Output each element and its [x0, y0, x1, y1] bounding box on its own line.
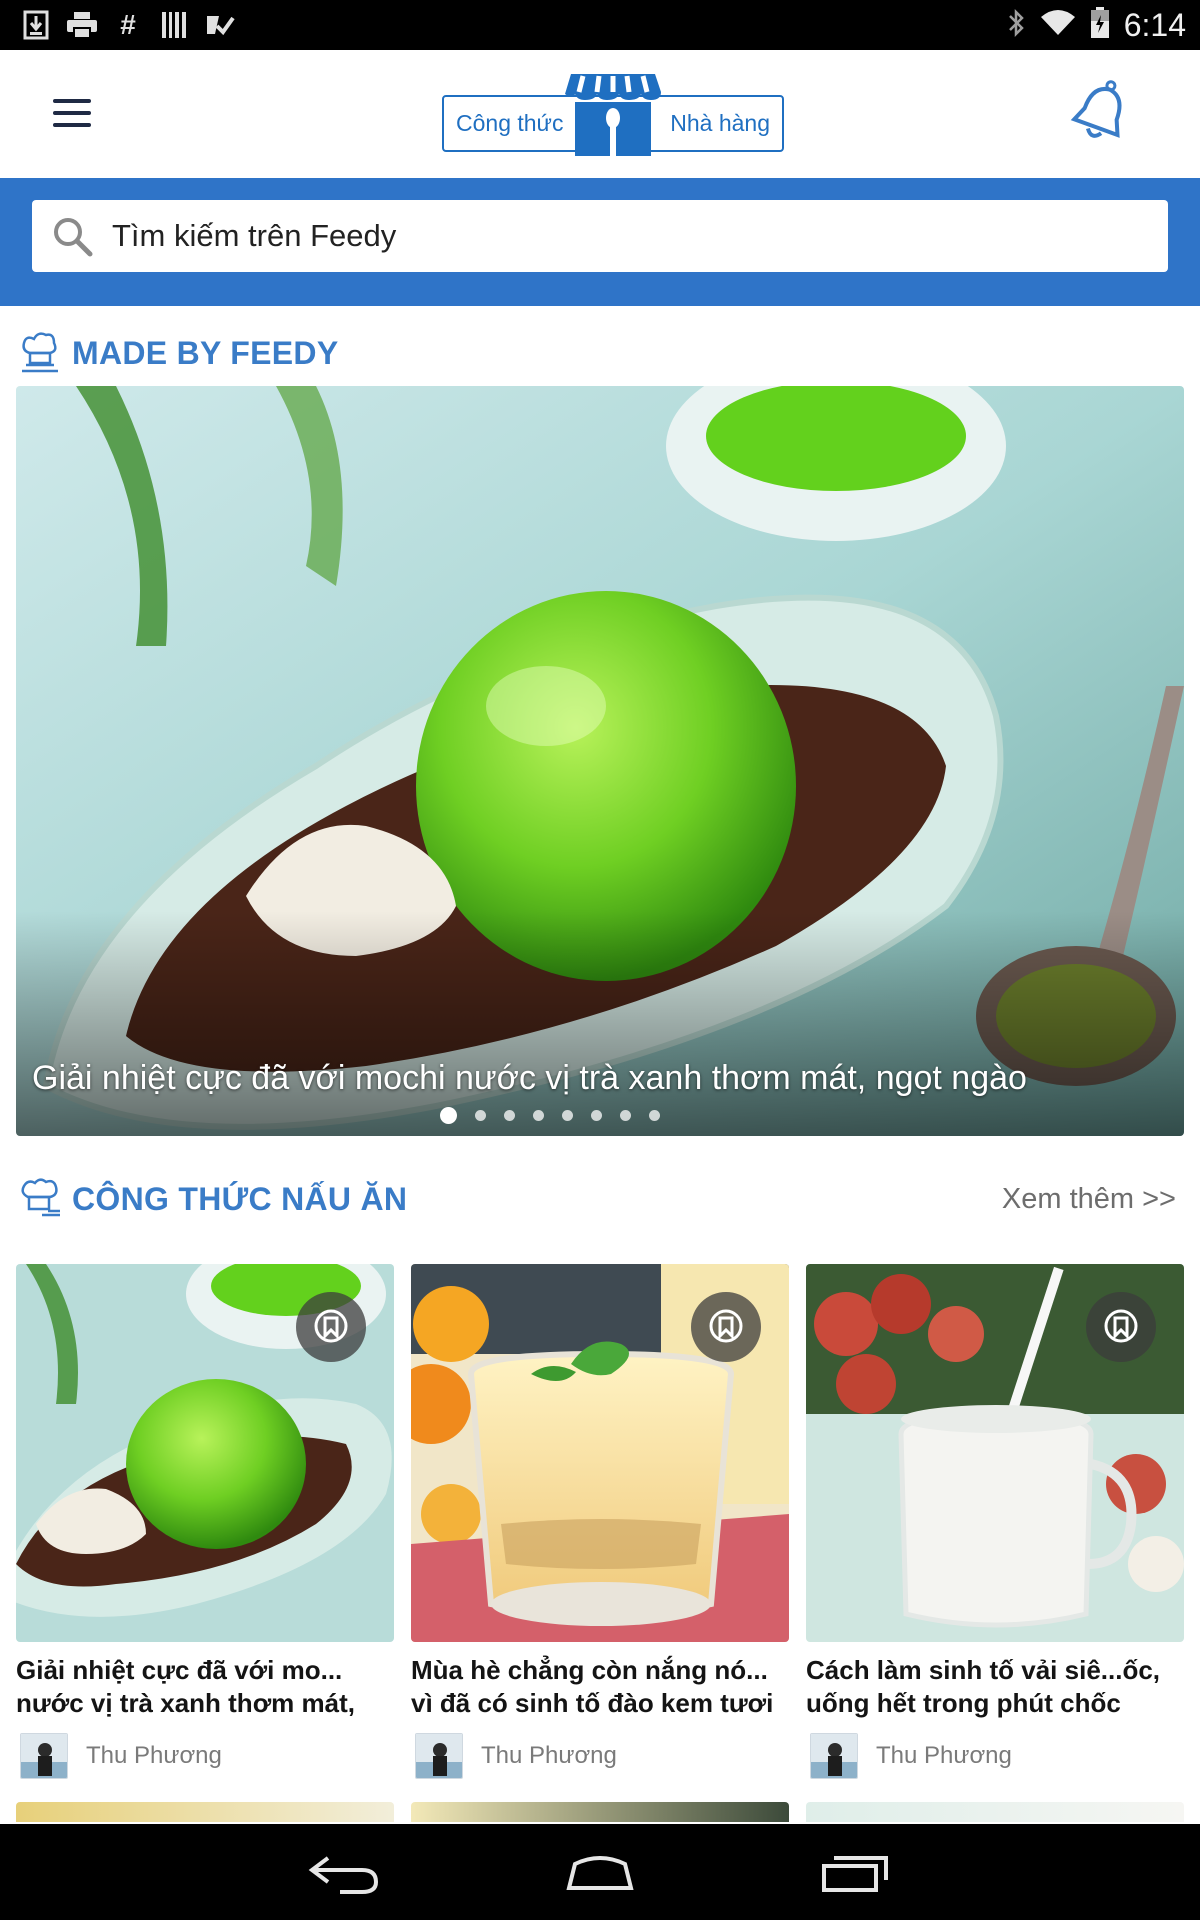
back-icon[interactable] — [300, 1844, 390, 1900]
status-bar: # 6:14 — [0, 0, 1200, 50]
recipe-card-partial[interactable] — [16, 1802, 394, 1822]
navigation-bar — [0, 1824, 1200, 1920]
recipe-title[interactable]: Giải nhiệt cực đã với mo... nước vị trà … — [16, 1654, 394, 1720]
bookmark-button[interactable] — [296, 1292, 366, 1362]
avatar — [810, 1733, 858, 1779]
section-title: CÔNG THỨC NẤU ĂN — [72, 1180, 408, 1217]
hero-image — [16, 386, 1184, 1136]
carousel-dot[interactable] — [562, 1110, 573, 1121]
see-more-link[interactable]: Xem thêm >> — [1002, 1176, 1176, 1222]
recipe-title[interactable]: Mùa hè chẳng còn nắng nó... vì đã có sin… — [411, 1654, 789, 1720]
tab-recipes[interactable]: Công thức — [456, 97, 563, 150]
bookmark-icon — [1104, 1309, 1138, 1343]
home-icon[interactable] — [555, 1844, 645, 1900]
system-icons: 6:14 — [1006, 6, 1186, 44]
recipe-card[interactable]: Cách làm sinh tố vải siê...ốc, uống hết … — [806, 1264, 1184, 1780]
search-input[interactable] — [112, 200, 1132, 272]
carousel-dot[interactable] — [591, 1110, 602, 1121]
bookmark-icon — [314, 1309, 348, 1343]
section-title: MADE BY FEEDY — [72, 334, 339, 371]
checklist-icon — [204, 9, 236, 41]
search-icon — [54, 218, 93, 257]
avatar — [20, 1733, 68, 1779]
bookmark-button[interactable] — [691, 1292, 761, 1362]
carousel-dot[interactable] — [475, 1110, 486, 1121]
recipe-author[interactable]: Thu Phương — [806, 1732, 1184, 1780]
carousel-dot[interactable] — [440, 1107, 457, 1124]
recipe-image[interactable] — [411, 1264, 789, 1642]
chef-icon — [22, 332, 58, 373]
featured-carousel[interactable]: Giải nhiệt cực đã với mochi nước vị trà … — [16, 386, 1184, 1136]
recipe-author[interactable]: Thu Phương — [411, 1732, 789, 1780]
carousel-dot[interactable] — [533, 1110, 544, 1121]
wifi-icon — [1040, 9, 1076, 42]
search-bar-container — [0, 178, 1200, 306]
menu-icon[interactable] — [40, 88, 104, 138]
recipe-image[interactable] — [806, 1264, 1184, 1642]
author-name: Thu Phương — [876, 1742, 1012, 1769]
made-by-feedy-header: MADE BY FEEDY — [18, 328, 338, 378]
carousel-dot[interactable] — [504, 1110, 515, 1121]
recipe-card-partial[interactable] — [806, 1802, 1184, 1822]
author-name: Thu Phương — [86, 1742, 222, 1769]
carousel-dot[interactable] — [620, 1110, 631, 1121]
recipe-card[interactable]: Mùa hè chẳng còn nắng nó... vì đã có sin… — [411, 1264, 789, 1780]
tab-restaurants[interactable]: Nhà hàng — [670, 97, 770, 150]
recipe-image[interactable] — [16, 1264, 394, 1642]
recipe-author[interactable]: Thu Phương — [16, 1732, 394, 1780]
carousel-dot[interactable] — [649, 1110, 660, 1121]
bluetooth-icon — [1006, 8, 1026, 43]
avatar — [415, 1733, 463, 1779]
chef-hat-icon — [21, 1178, 60, 1217]
recipes-header: CÔNG THỨC NẤU ĂN — [18, 1174, 407, 1224]
clock: 6:14 — [1123, 6, 1186, 43]
recipe-card[interactable]: Giải nhiệt cực đã với mo... nước vị trà … — [16, 1264, 394, 1780]
recipe-title[interactable]: Cách làm sinh tố vải siê...ốc, uống hết … — [806, 1654, 1184, 1720]
hashtag-icon: # — [120, 9, 136, 40]
app-bar: Công thức Nhà hàng — [0, 50, 1200, 178]
print-icon — [66, 9, 98, 41]
bell-icon[interactable] — [1066, 78, 1136, 148]
author-name: Thu Phương — [481, 1742, 617, 1769]
bookmark-button[interactable] — [1086, 1292, 1156, 1362]
notification-icons: # — [20, 8, 236, 42]
carousel-indicator — [16, 1107, 1134, 1124]
recents-icon[interactable] — [810, 1844, 900, 1900]
battery-icon — [1090, 6, 1110, 44]
store-logo-icon[interactable] — [563, 72, 663, 156]
bookmark-icon — [709, 1309, 743, 1343]
hero-caption: Giải nhiệt cực đã với mochi nước vị trà … — [32, 1059, 1027, 1097]
search-box[interactable] — [32, 200, 1168, 272]
download-icon — [20, 9, 52, 41]
barcode-icon — [158, 9, 190, 41]
recipe-card-partial[interactable] — [411, 1802, 789, 1822]
